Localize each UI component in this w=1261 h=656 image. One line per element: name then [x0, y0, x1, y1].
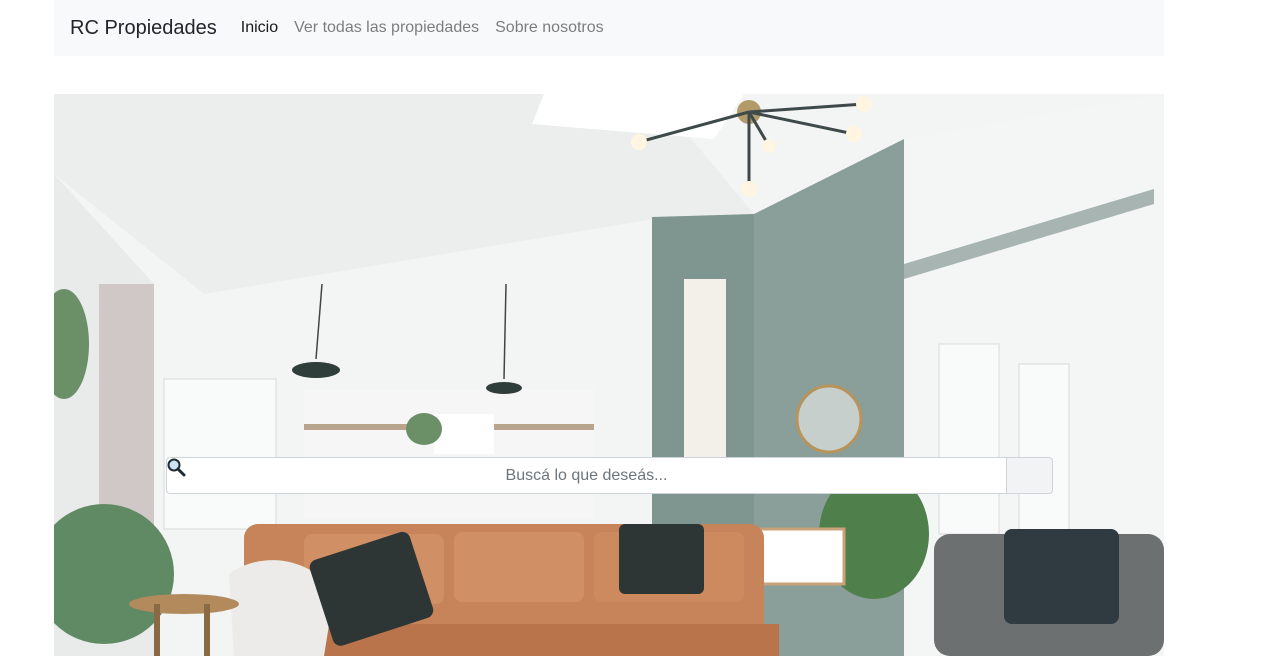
brand-link[interactable]: RC Propiedades [70, 17, 217, 40]
nav-link-sobre-nosotros[interactable]: Sobre nosotros [495, 19, 604, 37]
living-room-photo [54, 94, 1164, 656]
hero-banner [54, 94, 1164, 656]
search-group [166, 457, 1053, 494]
magnifier-icon [167, 458, 186, 477]
search-input[interactable] [166, 457, 1006, 494]
search-button[interactable] [167, 457, 1053, 494]
nav-link-inicio[interactable]: Inicio [241, 19, 278, 37]
navbar: RC Propiedades Inicio Ver todas las prop… [54, 0, 1164, 56]
nav-link-ver-todas-las-propiedades[interactable]: Ver todas las propiedades [294, 19, 479, 37]
